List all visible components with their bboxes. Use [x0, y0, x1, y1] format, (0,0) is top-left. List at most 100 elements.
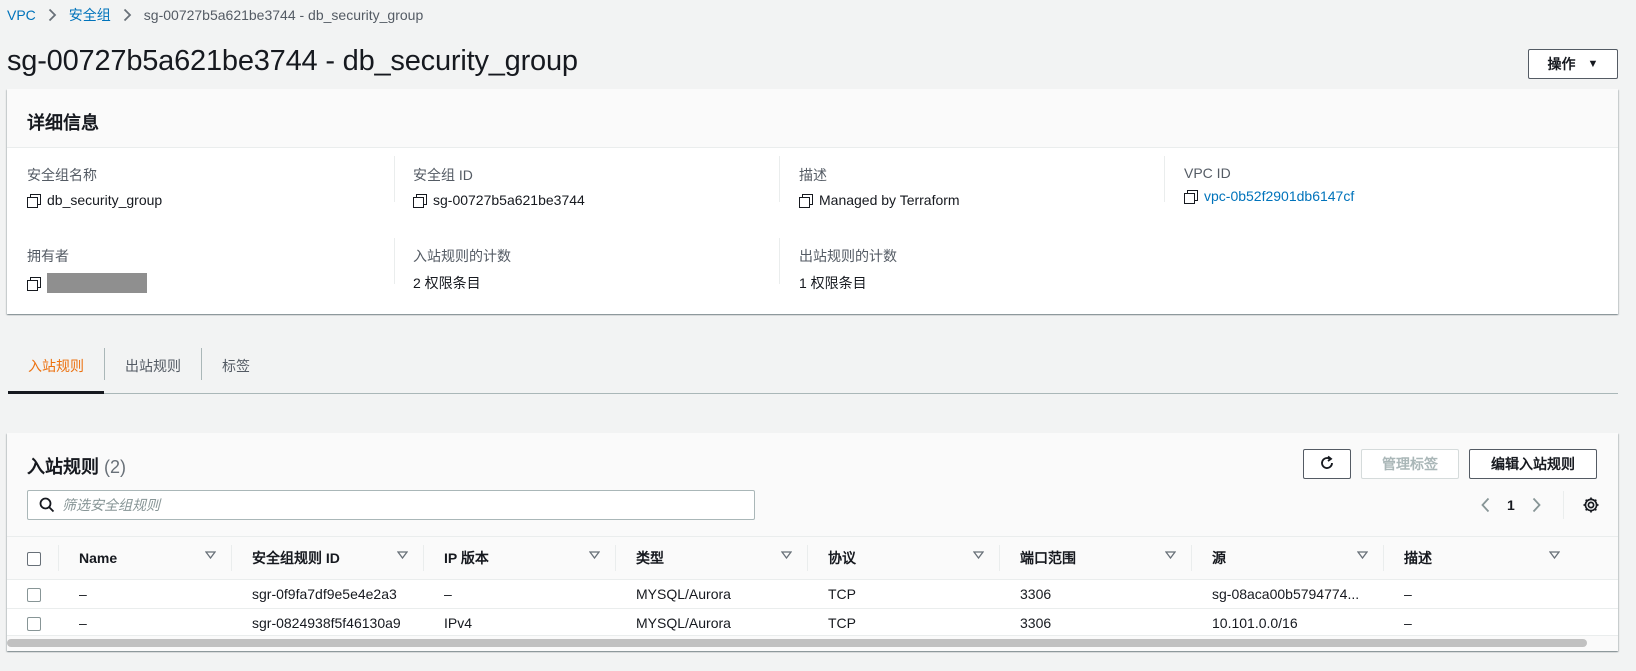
field-sg-id: 安全组 ID sg-00727b5a621be3744 [413, 165, 585, 208]
copy-icon[interactable] [27, 276, 41, 291]
column-header-name[interactable]: Name [59, 536, 232, 580]
row-select-cell [7, 608, 59, 638]
sort-icon [1357, 551, 1368, 559]
rules-title-text: 入站规则 [27, 457, 99, 477]
column-header-source[interactable]: 源 [1192, 536, 1384, 580]
breadcrumb: VPC 安全组 sg-00727b5a621be3744 - db_securi… [7, 5, 423, 25]
tab-inbound-rules[interactable]: 入站规则 [8, 344, 104, 394]
cell-source: sg-08aca00b5794774... [1192, 579, 1384, 609]
actions-label: 操作 [1547, 56, 1576, 72]
actions-button[interactable]: 操作 ▼ [1528, 49, 1618, 79]
tab-tags[interactable]: 标签 [202, 344, 270, 393]
sort-icon [397, 551, 408, 559]
breadcrumb-security-groups[interactable]: 安全组 [69, 5, 111, 25]
cell-description: – [1384, 579, 1618, 609]
row-select-cell [7, 579, 59, 609]
column-header-description[interactable]: 描述 [1384, 536, 1618, 580]
column-header-rule-id[interactable]: 安全组规则 ID [232, 536, 424, 580]
select-all-cell [7, 536, 59, 580]
caret-down-icon: ▼ [1587, 58, 1599, 70]
cell-ip-version: – [424, 579, 616, 609]
chevron-right-icon [123, 8, 132, 22]
copy-icon[interactable] [1184, 189, 1198, 204]
copy-icon[interactable] [27, 193, 41, 208]
field-value: Managed by Terraform [819, 192, 960, 208]
chevron-right-icon [48, 8, 57, 22]
rules-table: Name 安全组规则 ID IP 版本 类型 协议 端口范围 源 描述 – sg… [7, 536, 1618, 638]
field-outbound-count: 出站规则的计数 1 权限条目 [799, 246, 897, 293]
field-inbound-count: 入站规则的计数 2 权限条目 [413, 246, 511, 293]
chevron-right-icon[interactable] [1527, 493, 1547, 517]
vpc-id-link[interactable]: vpc-0b52f2901db6147cf [1204, 188, 1354, 204]
chevron-left-icon[interactable] [1475, 493, 1495, 517]
search-input[interactable] [62, 497, 754, 513]
gear-icon[interactable] [1582, 496, 1600, 514]
field-label: 拥有者 [27, 248, 69, 264]
rules-title: 入站规则 (2) [27, 453, 126, 479]
row-checkbox[interactable] [27, 588, 41, 603]
sort-icon [973, 551, 984, 559]
table-row[interactable]: – sgr-0f9fa7df9e5e4e2a3 – MYSQL/Aurora T… [7, 579, 1618, 609]
horizontal-scrollbar[interactable] [7, 639, 1587, 647]
column-header-ip-version[interactable]: IP 版本 [424, 536, 616, 580]
tab-bar: 入站规则 出站规则 标签 [8, 344, 1618, 394]
cell-protocol: TCP [808, 579, 1000, 609]
column-header-protocol[interactable]: 协议 [808, 536, 1000, 580]
field-owner: 拥有者 [27, 246, 147, 293]
cell-rule-id: sgr-0824938f5f46130a9 [232, 608, 424, 638]
column-header-type[interactable]: 类型 [616, 536, 808, 580]
table-header-row: Name 安全组规则 ID IP 版本 类型 协议 端口范围 源 描述 [7, 536, 1618, 580]
tab-outbound-rules[interactable]: 出站规则 [105, 344, 201, 393]
search-field[interactable] [27, 490, 755, 520]
horizontal-scrollbar-track [7, 635, 1618, 651]
breadcrumb-vpc[interactable]: VPC [7, 7, 36, 23]
field-label: VPC ID [1184, 165, 1231, 181]
sort-icon [781, 551, 792, 559]
column-header-port-range[interactable]: 端口范围 [1000, 536, 1192, 580]
inbound-rules-panel: 入站规则 (2) 管理标签 编辑入站规则 1 [7, 433, 1618, 651]
row-checkbox[interactable] [27, 617, 41, 632]
field-label: 出站规则的计数 [799, 248, 897, 264]
cell-ip-version: IPv4 [424, 608, 616, 638]
rules-count: (2) [104, 457, 127, 477]
cell-protocol: TCP [808, 608, 1000, 638]
field-value: sg-00727b5a621be3744 [433, 192, 585, 208]
field-value: 1 权限条目 [799, 275, 867, 291]
manage-tags-button[interactable]: 管理标签 [1361, 449, 1459, 479]
cell-port-range: 3306 [1000, 579, 1192, 609]
cell-type: MYSQL/Aurora [616, 579, 808, 609]
sort-icon [205, 551, 216, 559]
field-label: 描述 [799, 167, 827, 183]
cell-source: 10.101.0.0/16 [1192, 608, 1384, 638]
cell-rule-id: sgr-0f9fa7df9e5e4e2a3 [232, 579, 424, 609]
copy-icon[interactable] [799, 193, 813, 208]
column-divider [779, 238, 780, 284]
search-icon [39, 497, 55, 516]
pager-divider [1562, 491, 1564, 519]
select-all-checkbox[interactable] [27, 552, 41, 567]
details-panel: 详细信息 安全组名称 db_security_group 安全组 ID sg-0… [7, 89, 1618, 314]
pagination: 1 [1475, 491, 1600, 519]
page-number[interactable]: 1 [1507, 497, 1515, 513]
column-divider [1164, 156, 1165, 202]
sort-icon [1165, 551, 1176, 559]
sort-icon [589, 551, 600, 559]
field-vpc-id: VPC ID vpc-0b52f2901db6147cf [1184, 165, 1354, 204]
refresh-button[interactable] [1303, 449, 1351, 479]
cell-port-range: 3306 [1000, 608, 1192, 638]
page-title: sg-00727b5a621be3744 - db_security_group [7, 45, 578, 77]
field-value: db_security_group [47, 192, 163, 208]
column-divider [394, 156, 395, 202]
cell-name: – [59, 608, 232, 638]
field-label: 安全组名称 [27, 167, 97, 183]
table-row[interactable]: – sgr-0824938f5f46130a9 IPv4 MYSQL/Auror… [7, 608, 1618, 638]
details-title: 详细信息 [7, 89, 1618, 148]
copy-icon[interactable] [413, 193, 427, 208]
field-label: 安全组 ID [413, 167, 473, 183]
field-description: 描述 Managed by Terraform [799, 165, 960, 208]
field-sg-name: 安全组名称 db_security_group [27, 165, 162, 208]
cell-name: – [59, 579, 232, 609]
cell-description: – [1384, 608, 1618, 638]
column-divider [394, 238, 395, 284]
edit-inbound-rules-button[interactable]: 编辑入站规则 [1469, 449, 1597, 479]
